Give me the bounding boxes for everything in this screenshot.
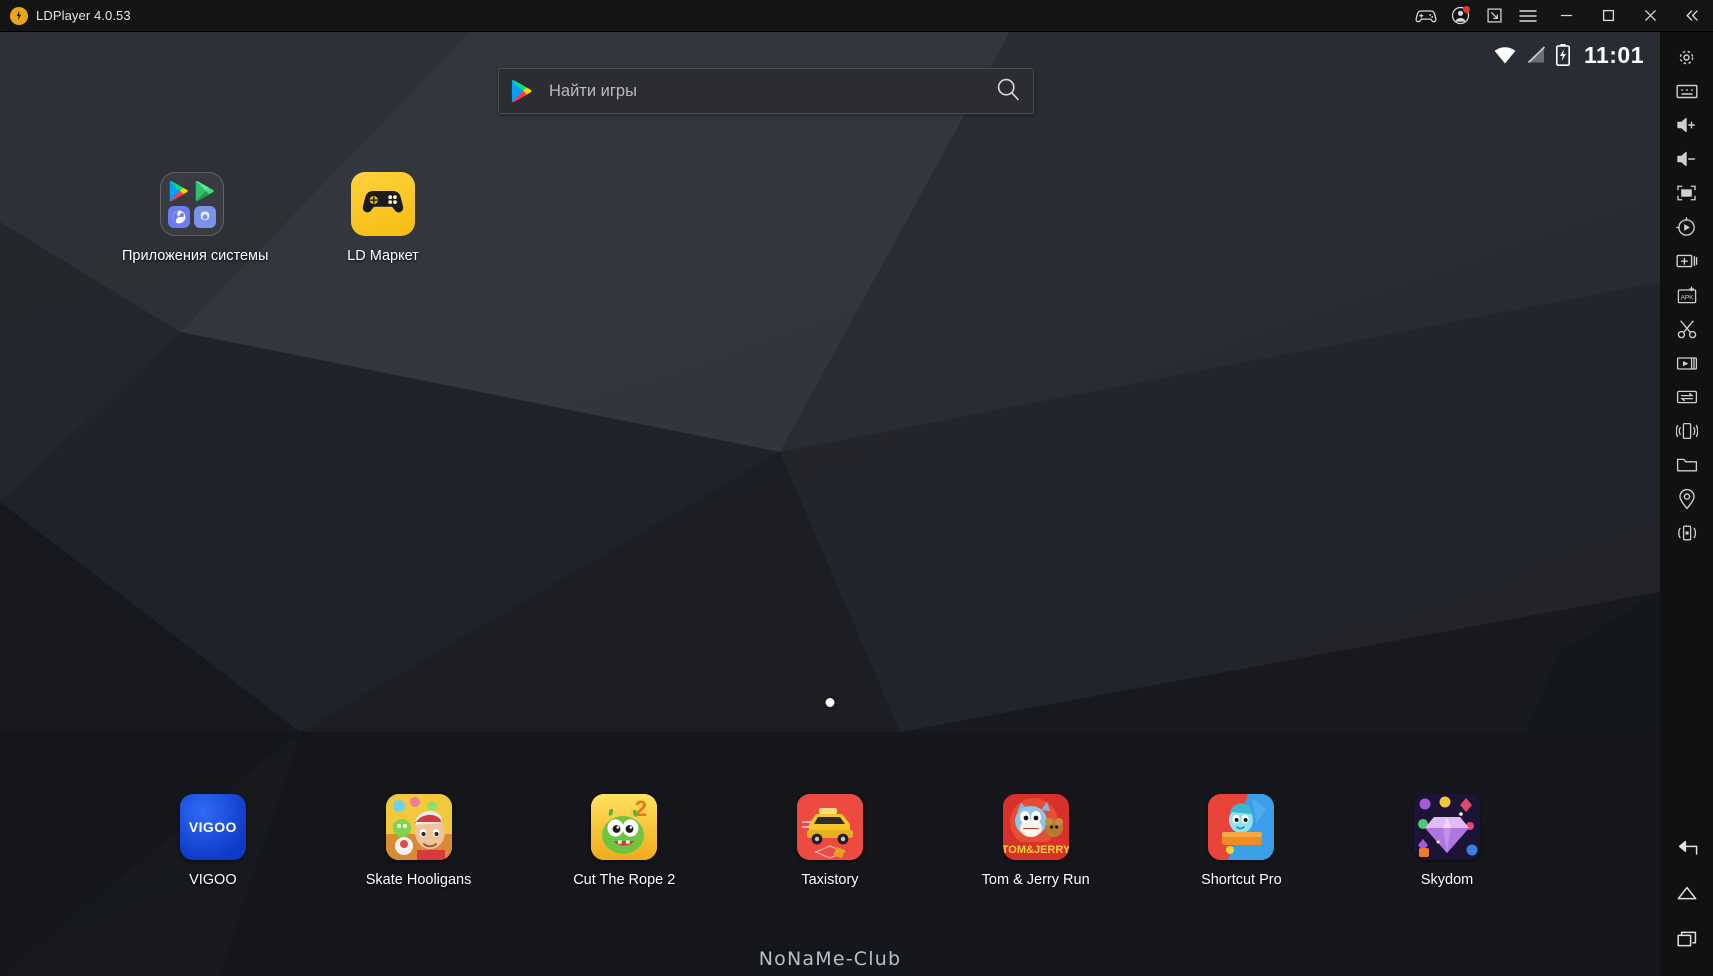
resize-icon[interactable] [1477,0,1511,32]
dock-label: Skydom [1420,872,1474,888]
settings-icon[interactable] [1660,40,1713,74]
account-notification-badge [1463,5,1470,13]
signal-off-icon [1526,46,1546,64]
dock-label: Shortcut Pro [1201,872,1282,888]
dock-item-shortcut-pro[interactable]: Shortcut Pro [1166,794,1316,888]
android-screen[interactable]: 11:01 Найти игры Приложения системы LD М… [0,32,1660,976]
watermark: NoNaMe-Club [758,948,902,970]
android-status-bar: 11:01 [0,32,1660,78]
account-icon[interactable] [1443,0,1477,32]
battery-charging-icon [1555,44,1570,66]
search-icon[interactable] [995,76,1021,107]
svg-text:TOM&JERRY: TOM&JERRY [1003,844,1069,856]
title-bar: LDPlayer 4.0.53 [0,0,1713,32]
keyboard-icon[interactable] [1660,74,1713,108]
dock-item-cut-the-rope-2[interactable]: 2 Cut The Rope 2 [549,794,699,888]
multi-instance-icon[interactable] [1660,244,1713,278]
collapse-icon[interactable] [1671,0,1713,32]
vigoo-icon: VIGOO [179,794,246,860]
ld-store-icon [194,180,216,202]
wifi-icon [1494,46,1516,64]
window-title: LDPlayer 4.0.53 [36,8,131,23]
tools-sidebar: APK [1660,32,1713,976]
system-apps-folder[interactable]: Приложения системы [122,172,269,264]
menu-icon[interactable] [1511,0,1545,32]
ldplayer-logo-icon [10,6,28,25]
svg-text:APK: APK [1680,294,1694,301]
skydom-icon [1414,794,1481,860]
maximize-icon[interactable] [1587,0,1629,32]
system-apps-folder-label: Приложения системы [122,248,269,264]
dock-item-taxistory[interactable]: Taxistory [755,794,905,888]
google-play-icon [511,79,533,103]
minimize-icon[interactable] [1545,0,1587,32]
recents-icon[interactable] [1660,916,1713,962]
cut-the-rope-2-icon: 2 [591,794,658,860]
ld-market-icon[interactable]: LD Маркет [313,172,453,264]
dock-item-skydom[interactable]: Skydom [1372,794,1522,888]
fullscreen-icon[interactable] [1660,176,1713,210]
record-icon[interactable] [1660,346,1713,380]
install-apk-icon[interactable]: APK [1660,278,1713,312]
ld-market-art [351,172,415,236]
close-icon[interactable] [1629,0,1671,32]
gamepad-icon [361,187,405,222]
svg-text:2: 2 [635,796,647,821]
dock-label: Tom & Jerry Run [981,872,1090,888]
dock-label: VIGOO [189,872,237,888]
home-icon[interactable] [1660,870,1713,916]
volume-down-icon[interactable] [1660,142,1713,176]
status-bar-clock: 11:01 [1583,41,1644,68]
app-dock: VIGOO VIGOO Skate Hooligans 2 Cut The Ro… [0,794,1660,914]
dock-item-tom-and-jerry-run[interactable]: TOM&JERRY Tom & Jerry Run [961,794,1111,888]
shake-icon[interactable] [1660,414,1713,448]
sync-icon[interactable] [1660,380,1713,414]
dock-item-skate-hooligans[interactable]: Skate Hooligans [344,794,494,888]
tom-and-jerry-run-icon: TOM&JERRY [1002,794,1069,860]
system-apps-folder-art [160,172,224,236]
rotate-screen-icon[interactable] [1660,210,1713,244]
page-indicator-dot[interactable] [825,698,835,707]
dock-label: Skate Hooligans [365,872,472,888]
search-input-placeholder[interactable]: Найти игры [549,82,995,101]
folder-icon[interactable] [1660,448,1713,482]
taxistory-icon [796,794,863,860]
add-game-icon[interactable] [1409,0,1443,32]
dock-label: Taxistory [801,872,859,888]
settings-icon [194,206,216,228]
shortcut-pro-icon [1208,794,1275,860]
ldplayer-window: LDPlayer 4.0.53 11:01 Найти игры Приложе… [0,0,1713,976]
dock-item-vigoo[interactable]: VIGOO VIGOO [138,794,288,888]
volume-up-icon[interactable] [1660,108,1713,142]
google-play-icon [168,180,190,202]
screenshot-icon[interactable] [1660,312,1713,346]
dock-label: Cut The Rope 2 [573,872,676,888]
android-nav-buttons [1660,824,1713,976]
title-bar-controls [1409,0,1713,32]
browser-icon [168,206,190,228]
skate-hooligans-icon [385,794,452,860]
location-icon[interactable] [1660,482,1713,516]
vibrate-icon[interactable] [1660,516,1713,550]
back-icon[interactable] [1660,824,1713,870]
ld-market-label: LD Маркет [347,248,419,264]
